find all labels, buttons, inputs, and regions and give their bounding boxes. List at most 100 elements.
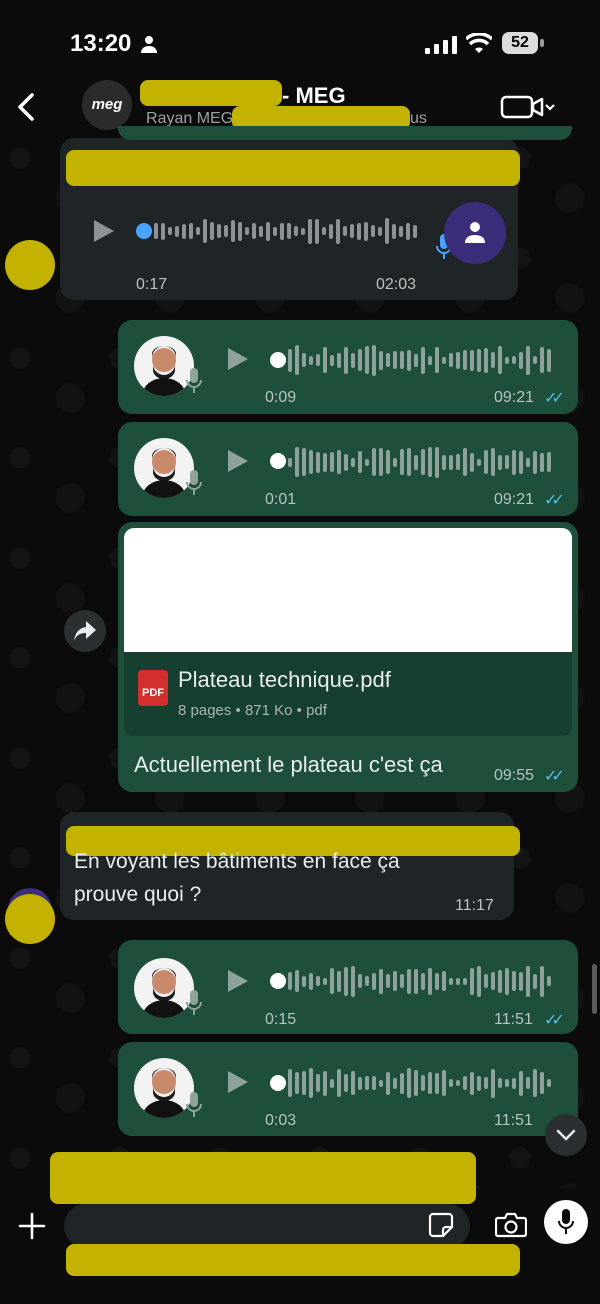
play-icon[interactable] — [228, 1071, 248, 1093]
waveform-bar — [350, 224, 354, 238]
redaction — [66, 150, 520, 186]
audio-duration: 0:09 — [265, 389, 297, 406]
scroll-to-bottom-button[interactable] — [545, 1114, 587, 1156]
waveform-bar — [435, 446, 439, 478]
message-time: 11:51 — [494, 1112, 533, 1129]
waveform-bar — [407, 1068, 411, 1098]
waveform-bar — [505, 1079, 509, 1087]
waveform-bar — [449, 977, 453, 985]
waveform-bar — [315, 218, 319, 244]
waveform-bar — [477, 965, 481, 997]
waveform-bar — [323, 977, 327, 985]
scrollbar-thumb[interactable] — [592, 964, 597, 1014]
waveform-bar — [449, 1079, 453, 1087]
status-time: 13:20 — [70, 30, 132, 57]
audio-duration: 0:15 — [265, 1011, 297, 1028]
user-avatar — [134, 336, 194, 396]
waveform-bar — [351, 352, 355, 368]
waveform-bar — [295, 970, 299, 992]
waveform-bar — [378, 226, 382, 236]
sender-avatar — [444, 202, 506, 264]
voice-record-button[interactable] — [544, 1200, 588, 1244]
waveform-bar — [540, 1072, 544, 1094]
waveform-bar — [288, 348, 292, 372]
mic-icon — [186, 368, 202, 393]
waveform-bar — [372, 344, 376, 376]
audio-scrubber[interactable] — [270, 352, 286, 368]
waveform-bar — [519, 1070, 523, 1096]
waveform-bar — [379, 968, 383, 994]
waveform-bar — [329, 223, 333, 239]
message-time: 11:51 — [494, 1011, 533, 1028]
waveform-bar — [316, 451, 320, 473]
waveform-bar — [484, 347, 488, 373]
waveform-bar — [421, 972, 425, 990]
waveform-bar — [309, 355, 313, 365]
mic-icon — [186, 990, 202, 1015]
document-preview[interactable] — [124, 528, 572, 652]
waveform-bar — [308, 218, 312, 244]
message-time: 09:21 — [494, 491, 535, 508]
message-input[interactable] — [64, 1204, 470, 1248]
message-text-line2: prouve quoi ? — [74, 883, 202, 906]
waveform-bar — [393, 1077, 397, 1089]
user-avatar — [134, 438, 194, 498]
audio-duration: 0:03 — [265, 1112, 297, 1129]
play-icon[interactable] — [228, 348, 248, 370]
video-call-icon[interactable] — [500, 94, 556, 120]
waveform-bar — [463, 1076, 467, 1090]
audio-scrubber[interactable] — [270, 1075, 286, 1091]
waveform-bar — [358, 974, 362, 988]
waveform-bar — [351, 1071, 355, 1095]
audio-elapsed: 0:17 — [136, 276, 168, 293]
waveform-bar — [540, 452, 544, 472]
read-ticks-icon: ✓✓ — [544, 492, 565, 509]
waveform-bar — [337, 450, 341, 474]
camera-icon[interactable] — [495, 1212, 527, 1238]
back-icon[interactable] — [14, 92, 40, 122]
waveform-bar — [456, 1080, 460, 1086]
waveform-bar — [463, 977, 467, 985]
waveform-bar — [400, 974, 404, 988]
mic-icon — [558, 1209, 574, 1234]
waveform-bar — [330, 968, 334, 994]
waveform-bar — [449, 353, 453, 367]
audio-scrubber[interactable] — [270, 453, 286, 469]
waveform-bar — [316, 354, 320, 366]
waveform-bar — [526, 345, 530, 375]
waveform-bar — [323, 452, 327, 472]
audio-scrubber[interactable] — [270, 973, 286, 989]
audio-scrubber[interactable] — [136, 223, 152, 239]
waveform-bar — [252, 223, 256, 239]
waveform-bar — [421, 346, 425, 374]
waveform-bar — [498, 969, 502, 993]
forward-button[interactable] — [64, 610, 106, 652]
waveform-bar — [477, 458, 481, 466]
waveform-bar — [498, 454, 502, 470]
waveform-bar — [295, 1072, 299, 1094]
play-icon[interactable] — [94, 220, 114, 242]
sticker-icon[interactable] — [428, 1212, 454, 1238]
audio-waveform — [288, 446, 551, 478]
waveform-bar — [512, 449, 516, 475]
waveform-bar — [477, 348, 481, 372]
play-icon[interactable] — [228, 450, 248, 472]
group-avatar[interactable]: meg — [82, 80, 132, 130]
waveform-bar — [288, 1069, 292, 1097]
document-info[interactable] — [124, 652, 572, 736]
waveform-bar — [428, 447, 432, 477]
play-icon[interactable] — [228, 970, 248, 992]
forward-icon — [74, 621, 96, 641]
waveform-bar — [358, 1076, 362, 1090]
user-avatar — [134, 1058, 194, 1118]
message-time: 02:03 — [376, 276, 417, 293]
waveform-bar — [435, 1072, 439, 1094]
waveform-bar — [428, 355, 432, 365]
waveform-bar — [456, 454, 460, 470]
waveform-bar — [323, 1070, 327, 1096]
redaction — [5, 240, 55, 290]
waveform-bar — [547, 1079, 551, 1087]
mic-icon — [186, 470, 202, 495]
plus-icon[interactable] — [18, 1212, 46, 1240]
waveform-bar — [371, 225, 375, 237]
